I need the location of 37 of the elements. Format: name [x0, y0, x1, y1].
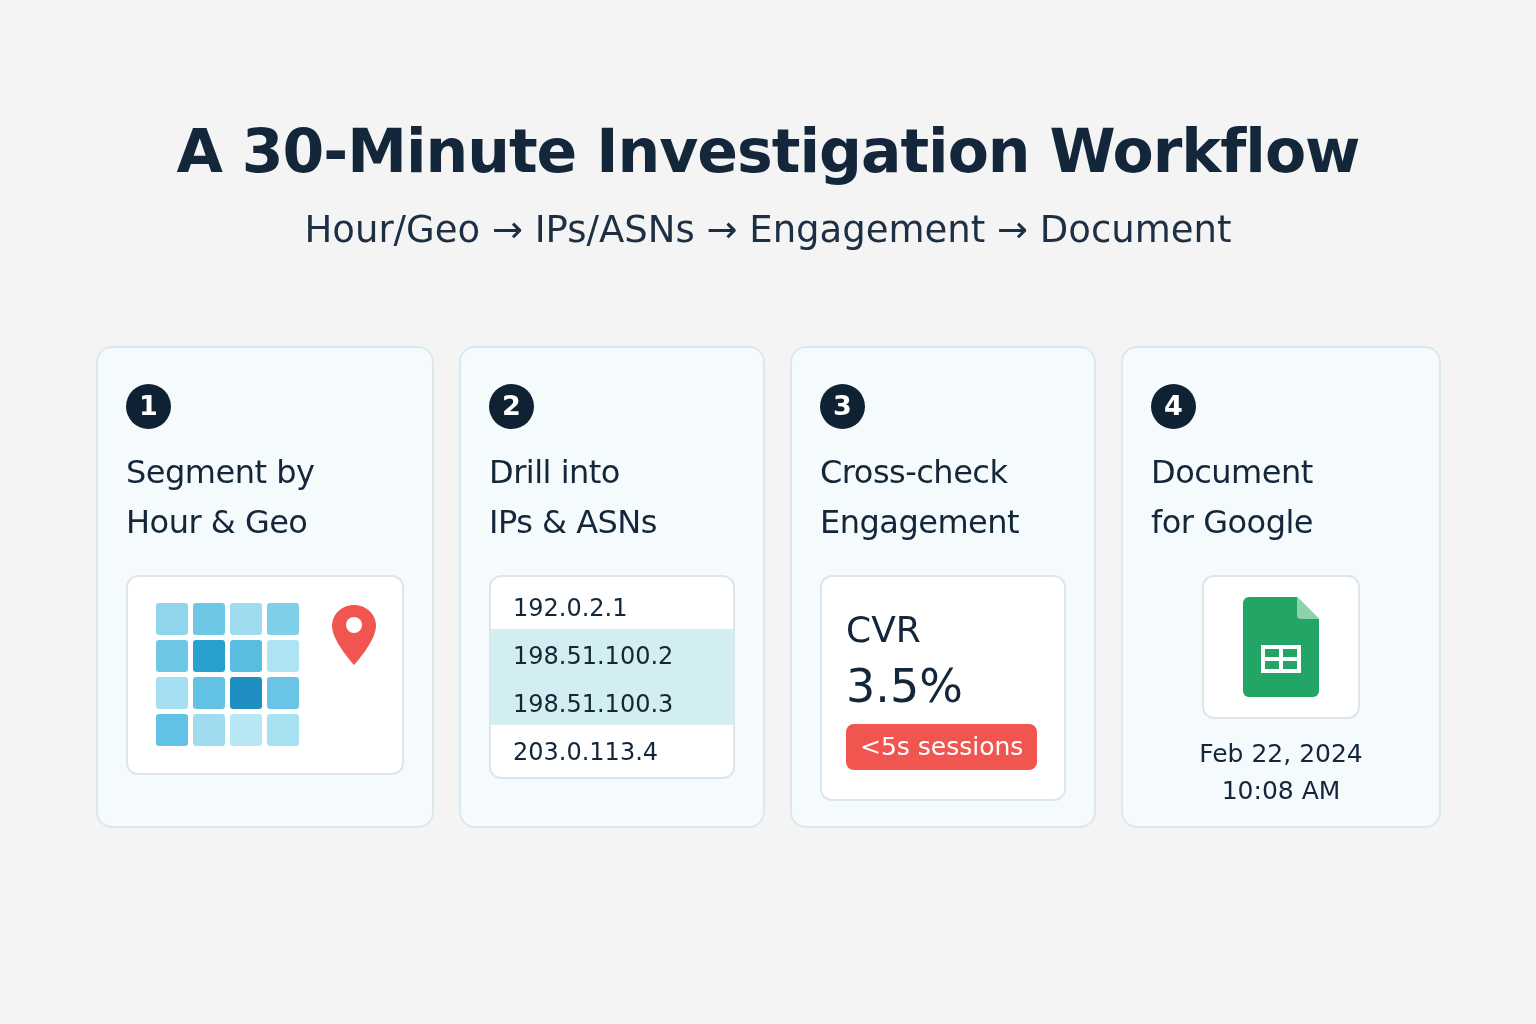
spreadsheet-icon — [1243, 596, 1319, 697]
heatmap-cell — [230, 602, 262, 635]
heatmap-cell — [230, 639, 262, 672]
warning-badge: <5s sessions — [846, 724, 1038, 770]
ip-address-row-text: 192.0.2.1 — [512, 592, 629, 624]
page-subtitle: Hour/Geo → IPs/ASNs → Engagement → Document — [303, 207, 1233, 253]
ip-address-row: 198.51.100.3 — [491, 676, 733, 725]
heatmap-cell — [156, 602, 188, 635]
heatmap-cell — [267, 713, 299, 746]
metric-value: 3.5% — [846, 657, 964, 715]
heatmap-cell — [267, 639, 299, 672]
heatmap-cell — [267, 602, 299, 635]
step-number: 4 — [1151, 383, 1196, 429]
heatmap-cell — [193, 602, 225, 635]
heatmap-cell — [230, 713, 262, 746]
page-title: A 30-Minute Investigation Workflow — [175, 118, 1361, 184]
metric-label: CVR — [846, 607, 922, 652]
heatmap-cell — [156, 713, 188, 746]
ip-address-row-text: 203.0.113.4 — [512, 736, 660, 768]
map-pin-icon — [330, 602, 378, 667]
step-number: 1 — [126, 383, 171, 429]
step-number: 2 — [489, 383, 534, 429]
heatmap-cell — [156, 639, 188, 672]
heatmap-cell — [156, 676, 188, 709]
heatmap-cell — [193, 713, 225, 746]
step-title: Drill into IPs & ASNs — [489, 451, 658, 543]
step-number: 3 — [820, 383, 865, 429]
step-title: Cross-check Engagement — [820, 451, 1021, 543]
document-date: Feb 22, 2024 — [1199, 737, 1363, 770]
ip-address-row: 198.51.100.2 — [491, 628, 733, 677]
heatmap-cell — [230, 676, 262, 709]
heatmap-cell — [193, 639, 225, 672]
step-title: Document for Google — [1151, 451, 1314, 543]
heatmap-cell — [267, 676, 299, 709]
document-time: 10:08 AM — [1221, 775, 1341, 807]
heatmap-cell — [193, 676, 225, 709]
step-title: Segment by Hour & Geo — [126, 451, 316, 543]
